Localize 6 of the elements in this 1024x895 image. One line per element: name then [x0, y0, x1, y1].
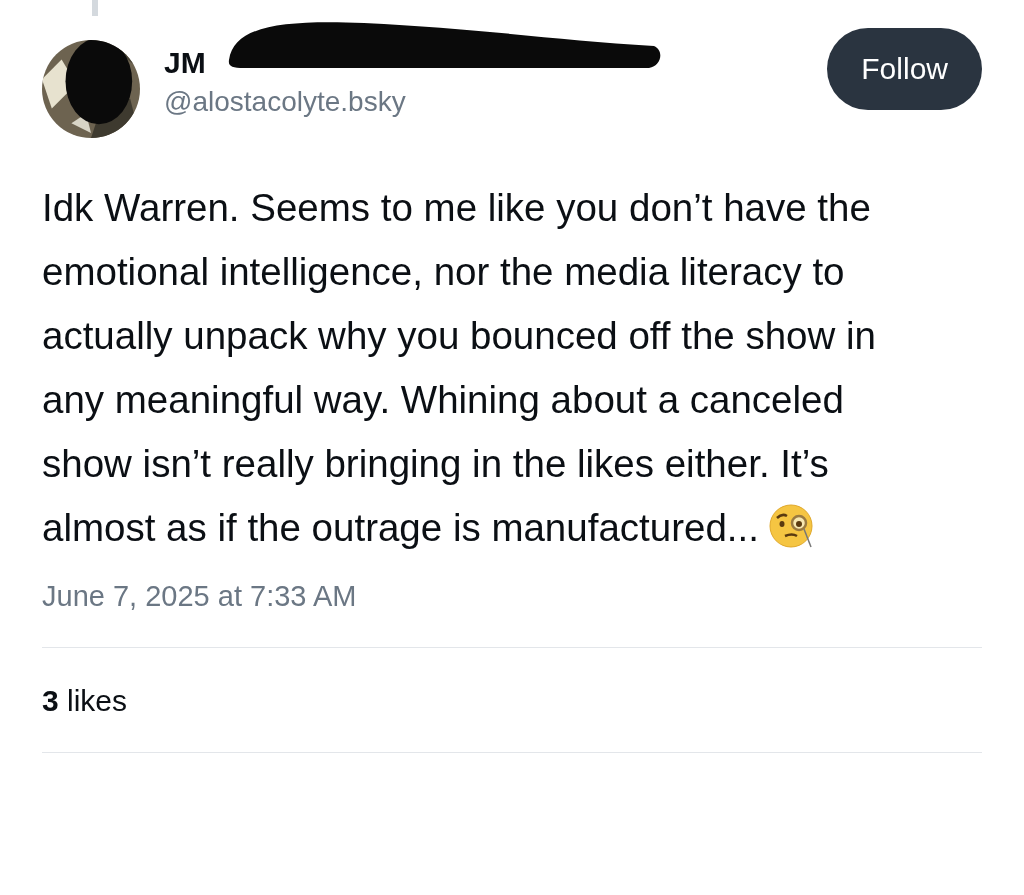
post-timestamp: June 7, 2025 at 7:33 AM: [41, 579, 358, 613]
likes-count[interactable]: 3 likes: [42, 684, 128, 717]
post-text: Idk Warren. Seems to me like you don’t have the emotional intelligence, nor the media literacy to actually unpack why you bounced off the show in any meaningful way. Whining about a canceled show isn’t really bringing in the likes either. It’s almost as if the outrage is manufactured...: [41, 185, 877, 553]
author-name: JM: [164, 46, 206, 80]
author-handle: @alostacolyte.bsky: [164, 86, 406, 118]
follow-button[interactable]: Follow: [827, 28, 982, 110]
